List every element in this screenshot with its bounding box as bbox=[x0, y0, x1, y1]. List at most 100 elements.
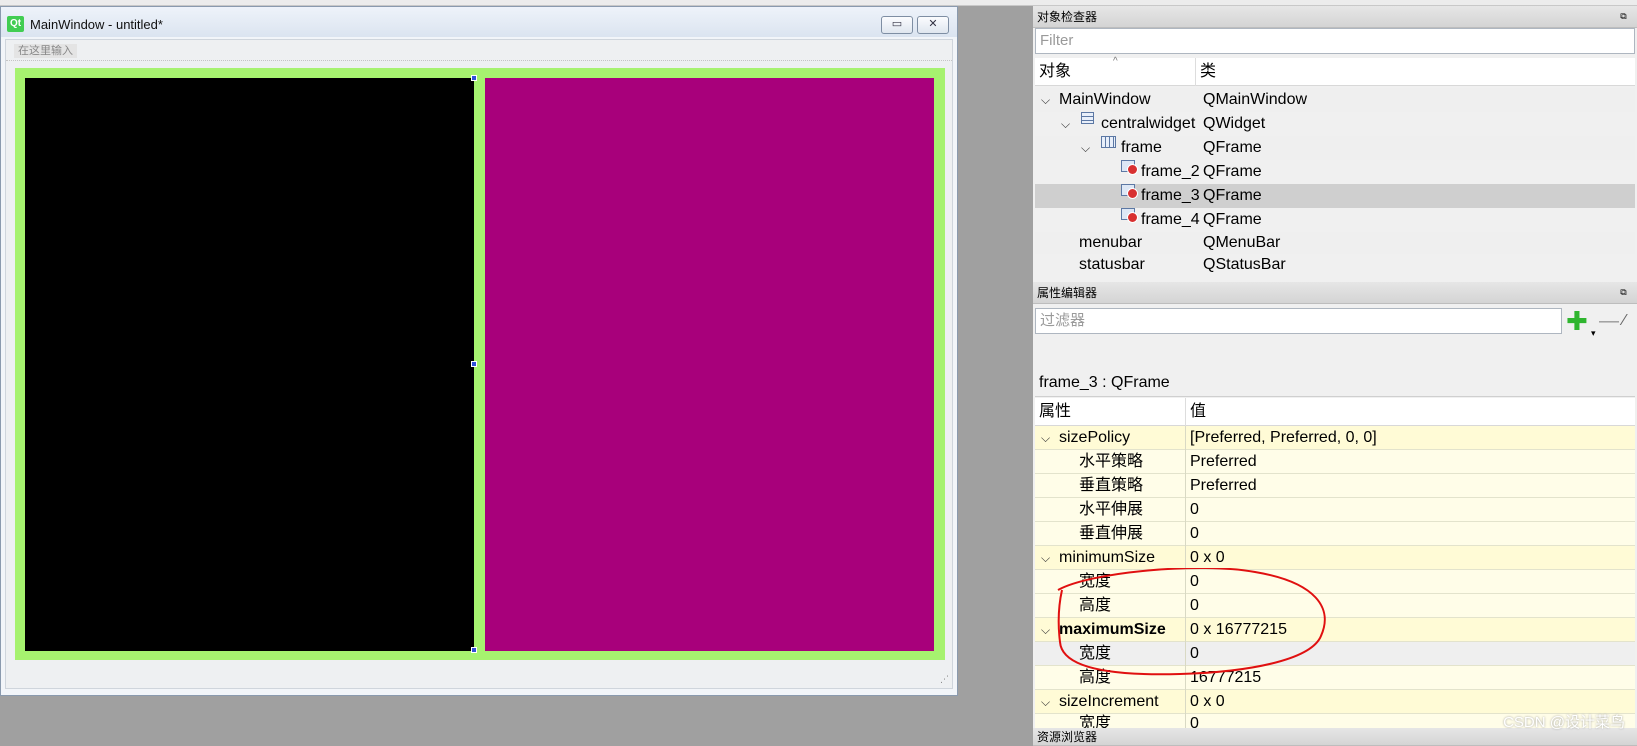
property-value[interactable]: [Preferred, Preferred, 0, 0] bbox=[1190, 426, 1377, 450]
property-value[interactable]: 0 x 16777215 bbox=[1190, 618, 1287, 642]
tree-row-frame-3[interactable]: frame_3 QFrame bbox=[1035, 184, 1635, 208]
tree-row-mainwindow[interactable]: ⌵ MainWindow QMainWindow bbox=[1035, 88, 1635, 112]
object-inspector-header: 对象 类 ^ bbox=[1035, 56, 1635, 86]
form-canvas[interactable]: 在这里输入 ⋰ bbox=[5, 39, 953, 689]
chevron-down-icon[interactable]: ⌵ bbox=[1061, 112, 1070, 136]
tree-object-name: frame_3 bbox=[1141, 187, 1200, 204]
configure-wrench-icon[interactable]: ⁄ bbox=[1623, 312, 1626, 330]
tree-object-name: menubar bbox=[1079, 234, 1143, 251]
frame-3-widget[interactable] bbox=[485, 78, 934, 651]
property-value[interactable]: Preferred bbox=[1190, 474, 1257, 498]
tree-class-name: QFrame bbox=[1203, 187, 1262, 204]
property-row[interactable]: 宽度 0 bbox=[1035, 570, 1635, 594]
tree-row-frame[interactable]: ⌵ frame QFrame bbox=[1035, 136, 1635, 160]
property-row[interactable]: 高度 0 bbox=[1035, 594, 1635, 618]
tree-class-name: QStatusBar bbox=[1203, 256, 1286, 273]
tree-row-statusbar[interactable]: statusbar QStatusBar bbox=[1035, 254, 1635, 276]
selection-handle[interactable] bbox=[471, 75, 477, 81]
property-name: maximumSize bbox=[1059, 621, 1166, 638]
property-row[interactable]: 水平策略 Preferred bbox=[1035, 450, 1635, 474]
main-window: Qt MainWindow - untitled* ▭ ✕ 在这里输入 ⋰ bbox=[0, 6, 958, 696]
property-row-sizepolicy[interactable]: ⌵ sizePolicy [Preferred, Preferred, 0, 0… bbox=[1035, 426, 1635, 450]
property-name: 垂直伸展 bbox=[1079, 525, 1144, 542]
property-editor-header: 属性 值 bbox=[1035, 398, 1635, 426]
sort-indicator-icon: ^ bbox=[1113, 56, 1118, 67]
property-row-maximumsize[interactable]: ⌵ maximumSize 0 x 16777215 bbox=[1035, 618, 1635, 642]
property-value[interactable]: 0 x 0 bbox=[1190, 546, 1225, 570]
object-column-header[interactable]: 对象 bbox=[1035, 58, 1071, 86]
object-inspector-title-text: 对象检查器 bbox=[1037, 10, 1098, 24]
tree-object-name: frame bbox=[1121, 139, 1162, 156]
property-filter-input[interactable]: 过滤器 bbox=[1035, 308, 1562, 334]
property-name: 高度 bbox=[1079, 669, 1112, 686]
chevron-down-icon[interactable]: ⌵ bbox=[1081, 136, 1090, 160]
property-editor-title-text: 属性编辑器 bbox=[1037, 286, 1098, 300]
resize-grip-icon[interactable]: ⋰ bbox=[940, 674, 949, 685]
tree-class-name: QFrame bbox=[1203, 163, 1262, 180]
property-row[interactable]: 垂直伸展 0 bbox=[1035, 522, 1635, 546]
property-name: 高度 bbox=[1079, 597, 1112, 614]
tree-object-name: frame_4 bbox=[1141, 211, 1200, 228]
property-value[interactable]: 16777215 bbox=[1190, 666, 1261, 690]
property-row-minimumsize[interactable]: ⌵ minimumSize 0 x 0 bbox=[1035, 546, 1635, 570]
object-filter-input[interactable]: Filter bbox=[1035, 28, 1635, 54]
property-name: 宽度 bbox=[1079, 573, 1112, 590]
property-row[interactable]: 水平伸展 0 bbox=[1035, 498, 1635, 522]
resource-browser-title-text: 资源浏览器 bbox=[1037, 730, 1098, 744]
menu-placeholder[interactable]: 在这里输入 bbox=[14, 44, 77, 58]
class-column-header[interactable]: 类 bbox=[1195, 58, 1216, 86]
chevron-down-icon[interactable]: ⌵ bbox=[1041, 618, 1050, 642]
object-inspector-title: 对象检查器 ⧉ bbox=[1033, 6, 1637, 28]
property-name: sizePolicy bbox=[1059, 429, 1131, 446]
menu-divider bbox=[6, 60, 952, 61]
qt-logo-icon: Qt bbox=[7, 16, 24, 32]
frame-widget[interactable] bbox=[15, 68, 945, 660]
frame-2-widget[interactable] bbox=[25, 78, 474, 651]
property-value[interactable]: 0 bbox=[1190, 594, 1199, 618]
add-property-plus-icon[interactable]: ✚ bbox=[1566, 308, 1588, 334]
property-value[interactable]: 0 x 0 bbox=[1190, 690, 1225, 714]
property-column-header[interactable]: 属性 bbox=[1035, 398, 1071, 426]
frame-widget-icon bbox=[1121, 184, 1138, 199]
remove-property-minus-icon[interactable]: — bbox=[1599, 310, 1619, 333]
add-property-dropdown-icon[interactable]: ▾ bbox=[1591, 328, 1596, 339]
dock-float-icon[interactable]: ⧉ bbox=[1618, 287, 1629, 298]
property-name: minimumSize bbox=[1059, 549, 1156, 566]
tree-row-menubar[interactable]: menubar QMenuBar bbox=[1035, 232, 1635, 254]
property-value[interactable]: 0 bbox=[1190, 522, 1199, 546]
property-name: 水平策略 bbox=[1079, 453, 1144, 470]
window-title: MainWindow - untitled* bbox=[30, 17, 163, 32]
property-value[interactable]: 0 bbox=[1190, 642, 1199, 666]
selected-object-class-label: frame_3 : QFrame bbox=[1035, 369, 1635, 397]
chevron-down-icon[interactable]: ⌵ bbox=[1041, 690, 1050, 714]
property-value[interactable]: 0 bbox=[1190, 570, 1199, 594]
tree-class-name: QMainWindow bbox=[1203, 91, 1308, 108]
frame-widget-icon bbox=[1121, 160, 1138, 175]
tree-row-frame-2[interactable]: frame_2 QFrame bbox=[1035, 160, 1635, 184]
chevron-down-icon[interactable]: ⌵ bbox=[1041, 88, 1050, 112]
dock-float-icon[interactable]: ⧉ bbox=[1618, 11, 1629, 22]
property-value[interactable]: Preferred bbox=[1190, 450, 1257, 474]
tree-class-name: QFrame bbox=[1203, 211, 1262, 228]
tree-object-name: statusbar bbox=[1079, 256, 1145, 273]
tree-object-name: MainWindow bbox=[1059, 91, 1151, 108]
selection-handle[interactable] bbox=[471, 361, 477, 367]
minimize-button[interactable]: ▭ bbox=[881, 16, 913, 34]
value-column-header[interactable]: 值 bbox=[1185, 398, 1206, 426]
property-value[interactable]: 0 bbox=[1190, 498, 1199, 522]
selection-handle[interactable] bbox=[471, 647, 477, 653]
chevron-down-icon[interactable]: ⌵ bbox=[1041, 426, 1050, 450]
property-name: 宽度 bbox=[1079, 645, 1112, 662]
property-editor-title: 属性编辑器 ⧉ bbox=[1033, 282, 1637, 304]
window-titlebar[interactable]: Qt MainWindow - untitled* ▭ ✕ bbox=[1, 7, 957, 37]
tree-row-frame-4[interactable]: frame_4 QFrame bbox=[1035, 208, 1635, 232]
close-button[interactable]: ✕ bbox=[917, 16, 949, 34]
vertical-layout-icon bbox=[1081, 112, 1094, 124]
chevron-down-icon[interactable]: ⌵ bbox=[1041, 546, 1050, 570]
tree-object-name: centralwidget bbox=[1101, 115, 1196, 132]
tree-row-centralwidget[interactable]: ⌵ centralwidget QWidget bbox=[1035, 112, 1635, 136]
property-name: sizeIncrement bbox=[1059, 693, 1159, 710]
property-row[interactable]: 高度 16777215 bbox=[1035, 666, 1635, 690]
property-row[interactable]: 宽度 0 bbox=[1035, 642, 1635, 666]
property-row[interactable]: 垂直策略 Preferred bbox=[1035, 474, 1635, 498]
